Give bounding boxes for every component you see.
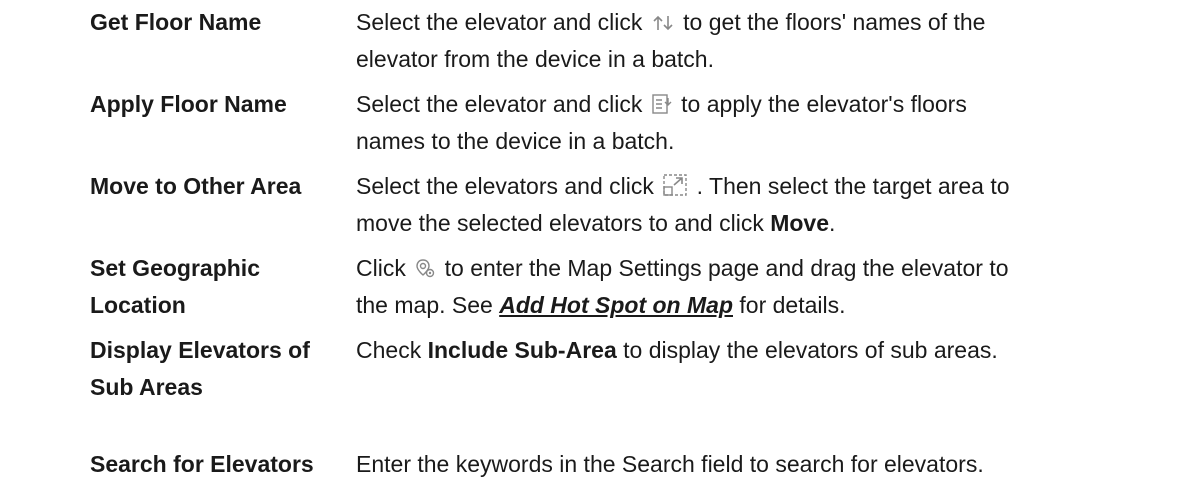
desc-get-floor-name: Select the elevator and click to get the…: [356, 9, 986, 72]
term-move-to-other-area: Move to Other Area: [90, 173, 302, 199]
term-display-elevators-of-sub-areas: Display Elevators of Sub Areas: [90, 337, 310, 400]
desc-display-elevators-of-sub-areas: Check Include Sub-Area to display the el…: [356, 337, 998, 363]
add-hot-spot-on-map-link[interactable]: Add Hot Spot on Map: [499, 292, 733, 318]
definition-table: Get Floor Name Select the elevator and c…: [0, 0, 1194, 496]
desc-apply-floor-name: Select the elevator and click to apply t…: [356, 91, 967, 154]
apply-floor-name-icon: [651, 93, 673, 115]
desc-search-for-elevators: Enter the keywords in the Search field t…: [356, 451, 984, 477]
location-pin-icon: [414, 257, 436, 279]
get-floor-name-icon: [651, 13, 675, 33]
term-get-floor-name: Get Floor Name: [90, 9, 262, 35]
move-to-area-icon: [662, 173, 688, 197]
term-apply-floor-name: Apply Floor Name: [90, 91, 287, 117]
desc-set-geographic-location: Click to enter the Map Settings page and…: [356, 255, 1009, 318]
term-search-for-elevators: Search for Elevators: [90, 451, 314, 477]
term-set-geographic-location: Set Geographic Location: [90, 255, 260, 318]
desc-move-to-other-area: Select the elevators and click . Then se…: [356, 173, 1010, 236]
